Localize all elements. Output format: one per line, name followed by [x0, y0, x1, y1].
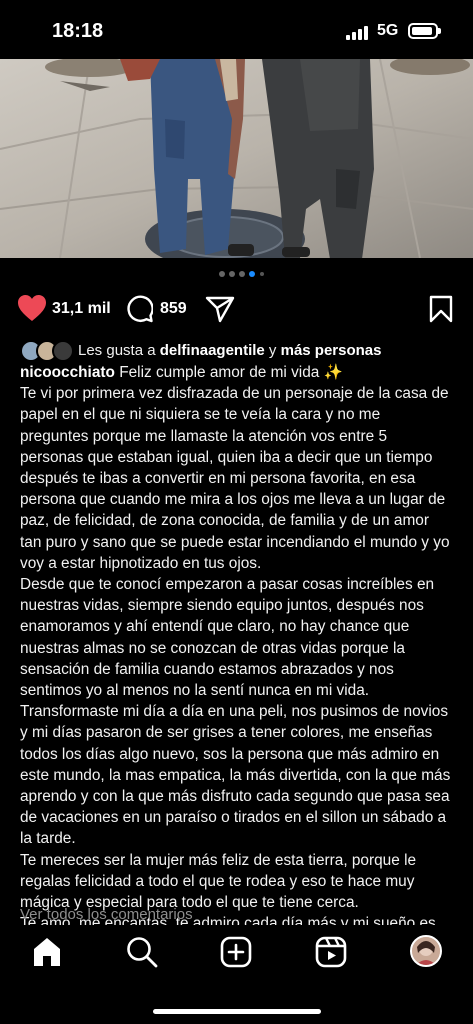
create-icon[interactable]: [219, 935, 253, 969]
home-indicator: [153, 1009, 321, 1014]
profile-photo: [412, 937, 440, 965]
caption-paragraph: Desde que te conocí empezaron a pasar co…: [20, 576, 435, 700]
likes-count[interactable]: 31,1 mil: [52, 300, 111, 318]
post-image: [0, 59, 473, 258]
liked-by-username[interactable]: delfinaagentile: [160, 342, 265, 359]
post-caption: nicoocchiato Feliz cumple amor de mi vid…: [20, 362, 452, 956]
comments-count[interactable]: 859: [160, 300, 187, 318]
avatar: [52, 340, 74, 362]
view-all-comments-link[interactable]: Ver todos los comentarios: [20, 906, 193, 926]
share-icon[interactable]: [205, 295, 235, 323]
comment-icon[interactable]: [125, 295, 153, 323]
caption-paragraph: Transformaste mi día a día en una peli, …: [20, 703, 451, 848]
caption-paragraph: Te mereces ser la mujer más feliz de est…: [20, 851, 417, 912]
bookmark-icon[interactable]: [429, 295, 453, 323]
liked-by-avatars: [20, 340, 76, 362]
liked-by-more[interactable]: más personas: [281, 342, 382, 359]
post-actions: 31,1 mil 859: [0, 292, 473, 326]
battery-icon: [408, 23, 441, 39]
liked-by-text: Les gusta a delfinaagentile y más person…: [78, 342, 382, 359]
post-photo[interactable]: [0, 59, 473, 258]
network-type: 5G: [377, 22, 399, 39]
liked-by-row[interactable]: Les gusta a delfinaagentile y más person…: [20, 340, 460, 362]
signal-icon: [346, 26, 370, 40]
reels-icon[interactable]: [314, 935, 348, 969]
author-username[interactable]: nicoocchiato: [20, 364, 115, 381]
liked-by-prefix: Les gusta a: [78, 342, 160, 359]
caption-title: Feliz cumple amor de mi vida ✨: [119, 364, 343, 381]
bottom-nav: [0, 925, 473, 1024]
home-icon[interactable]: [30, 935, 64, 969]
caption-header: nicoocchiato Feliz cumple amor de mi vid…: [20, 362, 452, 383]
liked-by-joiner: y: [264, 342, 281, 359]
caption-paragraph: Te vi por primera vez disfrazada de un p…: [20, 385, 450, 572]
search-icon[interactable]: [125, 935, 159, 969]
carousel-indicator: [219, 271, 279, 279]
status-time: 18:18: [52, 20, 104, 42]
heart-icon[interactable]: [17, 294, 47, 322]
profile-avatar[interactable]: [410, 935, 442, 967]
status-bar: 18:18 5G: [0, 0, 473, 60]
